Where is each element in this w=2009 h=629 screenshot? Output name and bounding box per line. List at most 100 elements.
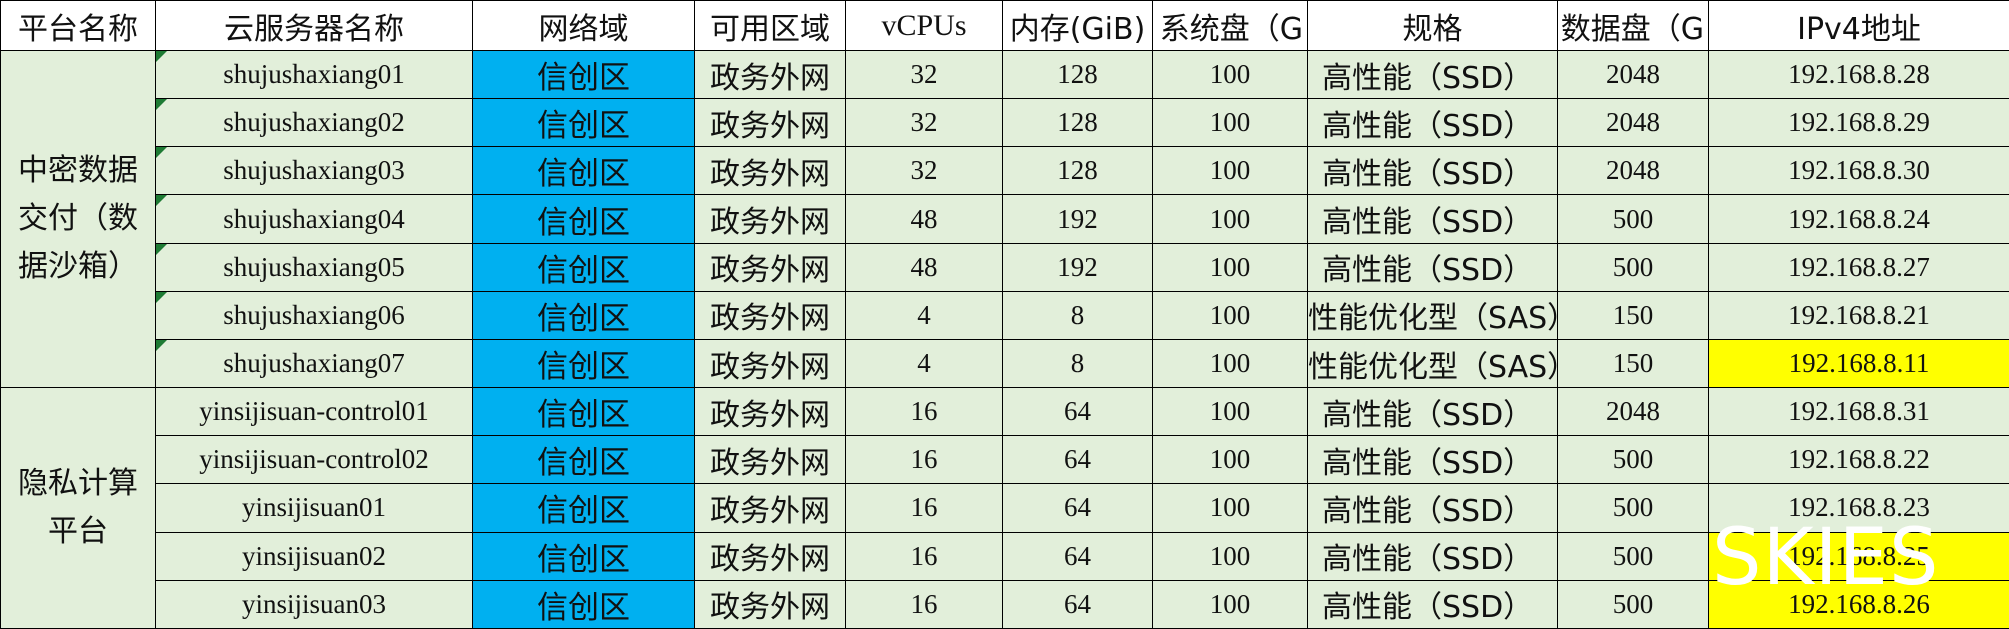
cell-spec[interactable]: 高性能（SSD） <box>1307 194 1558 244</box>
cell-network-domain[interactable]: 信创区 <box>472 194 695 244</box>
cell-data-disk[interactable]: 500 <box>1557 483 1709 533</box>
cell-memory[interactable]: 8 <box>1002 290 1153 340</box>
cell-data-disk[interactable]: 2048 <box>1557 387 1709 437</box>
cell-network-domain[interactable]: 信创区 <box>472 483 695 533</box>
cell-system-disk[interactable]: 100 <box>1152 483 1308 533</box>
header-availability-zone[interactable]: 可用区域 <box>694 0 846 51</box>
header-system-disk[interactable]: 系统盘（G <box>1152 0 1308 51</box>
cell-network-domain[interactable]: 信创区 <box>472 242 695 292</box>
cell-memory[interactable]: 64 <box>1002 579 1153 629</box>
cell-spec[interactable]: 高性能（SSD） <box>1307 531 1558 581</box>
cell-system-disk[interactable]: 100 <box>1152 242 1308 292</box>
cell-data-disk[interactable]: 500 <box>1557 435 1709 485</box>
cell-server-name[interactable]: shujushaxiang06 <box>155 290 473 340</box>
cell-system-disk[interactable]: 100 <box>1152 338 1308 389</box>
cell-availability-zone[interactable]: 政务外网 <box>694 194 846 244</box>
cell-availability-zone[interactable]: 政务外网 <box>694 435 846 485</box>
cell-spec[interactable]: 高性能（SSD） <box>1307 579 1558 629</box>
header-vcpus[interactable]: vCPUs <box>845 0 1003 51</box>
cell-availability-zone[interactable]: 政务外网 <box>694 146 846 196</box>
cell-server-name[interactable]: shujushaxiang07 <box>155 338 473 389</box>
cell-memory[interactable]: 192 <box>1002 242 1153 292</box>
cell-memory[interactable]: 64 <box>1002 531 1153 581</box>
cell-availability-zone[interactable]: 政务外网 <box>694 387 846 437</box>
cell-data-disk[interactable]: 2048 <box>1557 49 1709 100</box>
cell-ipv4[interactable]: 192.168.8.29 <box>1708 98 2009 148</box>
cell-server-name[interactable]: shujushaxiang02 <box>155 98 473 148</box>
cell-vcpus[interactable]: 16 <box>845 483 1003 533</box>
cell-system-disk[interactable]: 100 <box>1152 194 1308 244</box>
header-platform[interactable]: 平台名称 <box>0 0 156 51</box>
cell-memory[interactable]: 192 <box>1002 194 1153 244</box>
cell-system-disk[interactable]: 100 <box>1152 146 1308 196</box>
cell-data-disk[interactable]: 150 <box>1557 338 1709 389</box>
cell-vcpus[interactable]: 16 <box>845 579 1003 629</box>
cell-vcpus[interactable]: 32 <box>845 146 1003 196</box>
cell-vcpus[interactable]: 32 <box>845 49 1003 100</box>
cell-memory[interactable]: 64 <box>1002 483 1153 533</box>
cell-platform-name[interactable]: 隐私计算平台 <box>0 387 156 629</box>
cell-spec[interactable]: 高性能（SSD） <box>1307 435 1558 485</box>
cell-ipv4[interactable]: 192.168.8.24 <box>1708 194 2009 244</box>
cell-availability-zone[interactable]: 政务外网 <box>694 242 846 292</box>
cell-spec[interactable]: 高性能（SSD） <box>1307 146 1558 196</box>
cell-vcpus[interactable]: 48 <box>845 242 1003 292</box>
cell-ipv4[interactable]: 192.168.8.27 <box>1708 242 2009 292</box>
cell-ipv4[interactable]: 192.168.8.28 <box>1708 49 2009 100</box>
cell-ipv4[interactable]: 192.168.8.11 <box>1708 338 2009 389</box>
cell-memory[interactable]: 128 <box>1002 98 1153 148</box>
cell-system-disk[interactable]: 100 <box>1152 290 1308 340</box>
cell-memory[interactable]: 128 <box>1002 49 1153 100</box>
cell-network-domain[interactable]: 信创区 <box>472 146 695 196</box>
cell-spec[interactable]: 高性能（SSD） <box>1307 242 1558 292</box>
cell-spec[interactable]: 高性能（SSD） <box>1307 483 1558 533</box>
cell-data-disk[interactable]: 500 <box>1557 194 1709 244</box>
cell-data-disk[interactable]: 500 <box>1557 531 1709 581</box>
cell-spec[interactable]: 高性能（SSD） <box>1307 387 1558 437</box>
header-data-disk[interactable]: 数据盘（G <box>1557 0 1709 51</box>
cell-server-name[interactable]: shujushaxiang03 <box>155 146 473 196</box>
cell-system-disk[interactable]: 100 <box>1152 435 1308 485</box>
cell-availability-zone[interactable]: 政务外网 <box>694 49 846 100</box>
cell-vcpus[interactable]: 4 <box>845 338 1003 389</box>
cell-system-disk[interactable]: 100 <box>1152 98 1308 148</box>
cell-network-domain[interactable]: 信创区 <box>472 338 695 389</box>
cell-network-domain[interactable]: 信创区 <box>472 435 695 485</box>
cell-server-name[interactable]: yinsijisuan03 <box>155 579 473 629</box>
cell-spec[interactable]: 高性能（SSD） <box>1307 49 1558 100</box>
cell-ipv4[interactable]: 192.168.8.31 <box>1708 387 2009 437</box>
cell-data-disk[interactable]: 2048 <box>1557 98 1709 148</box>
cell-availability-zone[interactable]: 政务外网 <box>694 338 846 389</box>
cell-system-disk[interactable]: 100 <box>1152 387 1308 437</box>
cell-server-name[interactable]: yinsijisuan-control01 <box>155 387 473 437</box>
cell-system-disk[interactable]: 100 <box>1152 579 1308 629</box>
header-network-domain[interactable]: 网络域 <box>472 0 695 51</box>
cell-spec[interactable]: 性能优化型（SAS） <box>1307 338 1558 389</box>
cell-vcpus[interactable]: 16 <box>845 531 1003 581</box>
cell-network-domain[interactable]: 信创区 <box>472 531 695 581</box>
cell-data-disk[interactable]: 150 <box>1557 290 1709 340</box>
cell-data-disk[interactable]: 500 <box>1557 579 1709 629</box>
cell-memory[interactable]: 8 <box>1002 338 1153 389</box>
cell-system-disk[interactable]: 100 <box>1152 49 1308 100</box>
cell-ipv4[interactable]: 192.168.8.30 <box>1708 146 2009 196</box>
header-server-name[interactable]: 云服务器名称 <box>155 0 473 51</box>
cell-availability-zone[interactable]: 政务外网 <box>694 290 846 340</box>
header-ipv4[interactable]: IPv4地址 <box>1708 0 2009 51</box>
header-memory[interactable]: 内存(GiB) <box>1002 0 1153 51</box>
cell-availability-zone[interactable]: 政务外网 <box>694 579 846 629</box>
cell-network-domain[interactable]: 信创区 <box>472 579 695 629</box>
header-spec[interactable]: 规格 <box>1307 0 1558 51</box>
cell-availability-zone[interactable]: 政务外网 <box>694 483 846 533</box>
cell-spec[interactable]: 高性能（SSD） <box>1307 98 1558 148</box>
cell-data-disk[interactable]: 2048 <box>1557 146 1709 196</box>
cell-availability-zone[interactable]: 政务外网 <box>694 531 846 581</box>
cell-server-name[interactable]: yinsijisuan01 <box>155 483 473 533</box>
cell-spec[interactable]: 性能优化型（SAS） <box>1307 290 1558 340</box>
cell-vcpus[interactable]: 16 <box>845 387 1003 437</box>
cell-vcpus[interactable]: 16 <box>845 435 1003 485</box>
cell-network-domain[interactable]: 信创区 <box>472 290 695 340</box>
cell-memory[interactable]: 64 <box>1002 387 1153 437</box>
cell-system-disk[interactable]: 100 <box>1152 531 1308 581</box>
cell-server-name[interactable]: yinsijisuan-control02 <box>155 435 473 485</box>
